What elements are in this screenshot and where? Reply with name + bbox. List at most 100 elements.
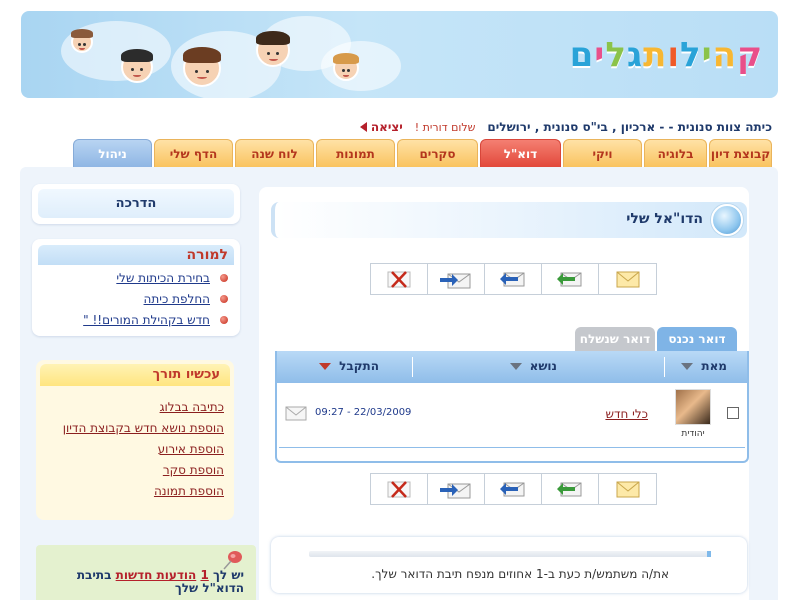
bullet-icon xyxy=(220,315,228,324)
reply-button[interactable] xyxy=(542,264,599,294)
new-message-button[interactable] xyxy=(599,474,656,504)
forward-icon xyxy=(440,273,471,289)
tab-blog[interactable]: בלוגיה xyxy=(644,139,707,167)
reply-icon xyxy=(557,272,582,287)
teacher-box: למורה בחירת הכיתות שלי החלפת כיתה חדש בק… xyxy=(32,239,240,336)
inbox-table: מאת נושא התקבל יהודית כלי חדש 09:27 - 22… xyxy=(275,351,749,463)
bullet-icon xyxy=(220,273,228,282)
teacher-link-community-news[interactable]: חדש בקהילת המורים!! " xyxy=(38,309,228,330)
logo-letter: י xyxy=(701,35,713,75)
column-divider xyxy=(412,357,413,377)
envelope-icon xyxy=(285,406,307,421)
tab-inbox[interactable]: דואר נכנס xyxy=(657,327,737,351)
action-add-survey[interactable]: הוספת סקר xyxy=(42,459,224,480)
user-info-bar: כיתה צוות סנונית - - ארכיון , בי"ס סנוני… xyxy=(359,118,772,136)
row-checkbox[interactable] xyxy=(727,407,739,419)
forward-icon xyxy=(440,483,471,499)
link-label: חדש בקהילת המורים!! " xyxy=(83,312,210,327)
kid-illustration xyxy=(333,53,359,81)
tab-surveys[interactable]: סקרים xyxy=(397,139,478,167)
teacher-links: בחירת הכיתות שלי החלפת כיתה חדש בקהילת ה… xyxy=(38,267,234,330)
tab-wiki[interactable]: ויקי xyxy=(563,139,642,167)
new-messages-box: יש לך 1 הודעות חדשות בתיבת הדוא"ל שלך xyxy=(36,545,256,600)
forward-button[interactable] xyxy=(428,264,485,294)
message-datetime: 09:27 - 22/03/2009 xyxy=(315,407,412,418)
forward-button[interactable] xyxy=(428,474,485,504)
arrow-left-icon xyxy=(359,122,367,132)
new-message-button[interactable] xyxy=(599,264,656,294)
action-add-event[interactable]: הוספת אירוע xyxy=(42,438,224,459)
col-received[interactable]: התקבל xyxy=(319,359,379,373)
sort-down-icon xyxy=(681,362,694,370)
col-received-label: התקבל xyxy=(339,359,379,373)
column-divider xyxy=(664,357,665,377)
mail-title: הדו"אל שלי xyxy=(626,211,703,227)
delete-button[interactable] xyxy=(371,264,428,294)
logo-letter: י xyxy=(594,35,606,75)
logo-letter: ת xyxy=(643,35,668,75)
tab-photos[interactable]: תמונות xyxy=(316,139,395,167)
tab-admin[interactable]: ניהול xyxy=(73,139,152,167)
reply-icon xyxy=(557,482,582,497)
site-logo[interactable]: קהילותגלים xyxy=(569,29,763,81)
msg-count[interactable]: 1 xyxy=(200,568,208,582)
sort-down-icon xyxy=(509,362,522,370)
teacher-link-switch-class[interactable]: החלפת כיתה xyxy=(38,288,228,309)
logo-letter: ו xyxy=(667,35,680,75)
reply-all-icon xyxy=(500,482,525,497)
guide-link[interactable]: הדרכה xyxy=(38,189,234,218)
mail-globe-icon xyxy=(711,204,743,236)
mailbox-tabs: דואר נכנס דואר שנשלח xyxy=(575,327,737,351)
logo-letter: ה xyxy=(712,35,737,75)
sender-name: יהודית xyxy=(681,429,705,439)
message-subject-link[interactable]: כלי חדש xyxy=(605,407,648,421)
tab-calendar[interactable]: לוח שנה xyxy=(235,139,314,167)
class-name: כיתה צוות סנונית - - ארכיון , בי"ס סנוני… xyxy=(487,120,772,134)
inbox-table-header: מאת נושא התקבל xyxy=(277,351,747,383)
action-write-blog[interactable]: כתיבה בבלוג xyxy=(42,396,224,417)
logo-letter: ם xyxy=(569,35,595,75)
your-turn-links: כתיבה בבלוג הוספת נושא חדש בקבוצת הדיון … xyxy=(42,396,228,501)
teacher-link-my-classes[interactable]: בחירת הכיתות שלי xyxy=(38,267,228,288)
mailbox-quota: את/ה משתמש/ת כעת ב-1 אחוזים מנפח תיבת הד… xyxy=(271,537,747,593)
kid-illustration xyxy=(121,49,153,83)
envelope-icon xyxy=(616,271,639,288)
reply-all-button[interactable] xyxy=(485,264,542,294)
table-row[interactable]: יהודית כלי חדש 09:27 - 22/03/2009 xyxy=(277,385,747,445)
action-add-photo[interactable]: הוספת תמונה xyxy=(42,480,224,501)
col-subject[interactable]: נושא xyxy=(509,359,557,373)
col-from[interactable]: מאת xyxy=(681,359,727,373)
msg-new-link[interactable]: הודעות חדשות xyxy=(116,568,197,582)
action-new-topic[interactable]: הוספת נושא חדש בקבוצת הדיון xyxy=(42,417,224,438)
greeting: שלום דורית ! xyxy=(414,120,476,134)
logout-link[interactable]: יציאה xyxy=(359,120,403,134)
envelope-icon xyxy=(616,481,639,498)
logo-letter: ל xyxy=(680,35,702,75)
mail-toolbar-top xyxy=(370,263,657,295)
kid-illustration xyxy=(183,47,221,87)
delete-button[interactable] xyxy=(371,474,428,504)
guide-box: הדרכה xyxy=(32,184,240,224)
reply-button[interactable] xyxy=(542,474,599,504)
header-banner: קהילותגלים xyxy=(21,11,778,98)
col-subject-label: נושא xyxy=(529,359,557,373)
quota-fill xyxy=(706,551,711,557)
quota-bar xyxy=(309,551,711,557)
tab-email[interactable]: דוא"ל xyxy=(480,139,561,167)
tab-discussion[interactable]: קבוצת דיון xyxy=(709,139,772,167)
new-messages-text: יש לך 1 הודעות חדשות בתיבת הדוא"ל שלך xyxy=(44,569,244,595)
your-turn-title: עכשיו תורך xyxy=(40,364,230,386)
logo-letter: ל xyxy=(605,35,627,75)
main-frame: הדרכה למורה בחירת הכיתות שלי החלפת כיתה … xyxy=(20,167,778,600)
tab-my-page[interactable]: הדף שלי xyxy=(154,139,233,167)
your-turn-box: עכשיו תורך כתיבה בבלוג הוספת נושא חדש בק… xyxy=(36,360,234,520)
mail-toolbar-bottom xyxy=(370,473,657,505)
logo-letter: ג xyxy=(626,35,644,75)
delete-icon xyxy=(387,481,411,498)
tab-sent[interactable]: דואר שנשלח xyxy=(575,327,655,351)
link-label: כתיבה בבלוג xyxy=(159,399,224,414)
mail-title-bar: הדו"אל שלי xyxy=(271,202,747,238)
reply-all-button[interactable] xyxy=(485,474,542,504)
main-nav-tabs: קבוצת דיון בלוגיה ויקי דוא"ל סקרים תמונו… xyxy=(73,139,772,167)
row-divider xyxy=(279,447,745,448)
